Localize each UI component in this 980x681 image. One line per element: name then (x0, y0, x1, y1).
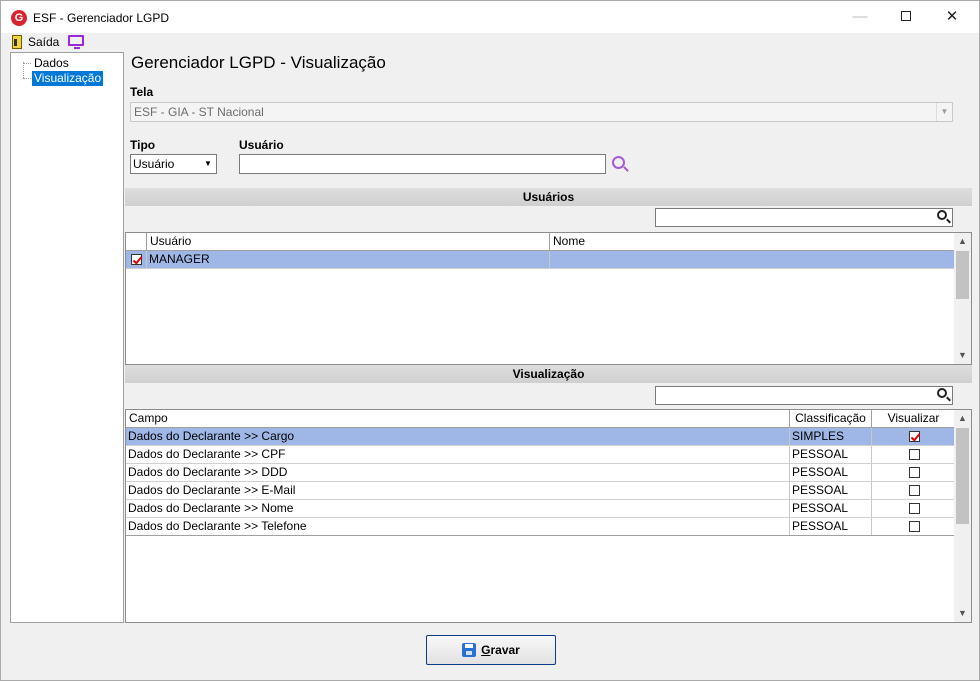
visualizar-checkbox[interactable] (909, 521, 920, 533)
tree-connector (23, 63, 31, 64)
scroll-down-icon[interactable]: ▼ (954, 605, 971, 622)
cell-campo: Dados do Declarante >> Nome (126, 500, 790, 517)
usuario-label: Usuário (239, 138, 284, 152)
table-row[interactable]: MANAGER (126, 251, 955, 269)
save-button[interactable]: Gravar (426, 635, 556, 665)
tree-connector (23, 78, 31, 79)
visualizacao-scrollbar[interactable]: ▲ ▼ (954, 410, 971, 622)
table-row[interactable]: Dados do Declarante >> Nome PESSOAL (126, 500, 955, 518)
usuario-input[interactable] (239, 154, 606, 174)
search-icon[interactable] (937, 210, 947, 220)
table-row[interactable]: Dados do Declarante >> DDD PESSOAL (126, 464, 955, 482)
floppy-disk-icon (462, 642, 477, 657)
usuarios-grid: Usuário Nome MANAGER ▲ ▼ (125, 232, 972, 365)
search-icon[interactable] (612, 156, 625, 169)
title-bar[interactable]: G ESF - Gerenciador LGPD — ✕ (1, 1, 979, 33)
save-button-label: ravar (490, 643, 520, 657)
column-header-classificacao[interactable]: Classificação (790, 410, 872, 427)
scroll-thumb[interactable] (956, 428, 969, 524)
cell-visualizar[interactable] (872, 518, 955, 535)
scroll-up-icon[interactable]: ▲ (954, 233, 971, 250)
cell-usuario: MANAGER (147, 251, 550, 268)
cell-classificacao: PESSOAL (790, 518, 872, 535)
scroll-down-icon[interactable]: ▼ (954, 347, 971, 364)
cell-classificacao: SIMPLES (790, 428, 872, 445)
tela-select-value: ESF - GIA - ST Nacional (134, 105, 264, 119)
cell-campo: Dados do Declarante >> E-Mail (126, 482, 790, 499)
tree-item-dados[interactable]: Dados (32, 56, 71, 71)
visualizar-checkbox[interactable] (909, 449, 920, 461)
cell-campo: Dados do Declarante >> Telefone (126, 518, 790, 535)
page-title: Gerenciador LGPD - Visualização (131, 53, 386, 72)
tipo-select-value: Usuário (133, 157, 175, 171)
window-title: ESF - Gerenciador LGPD (33, 11, 170, 25)
usuarios-grid-header: Usuário Nome (126, 233, 955, 251)
cell-campo: Dados do Declarante >> Cargo (126, 428, 790, 445)
exit-button[interactable]: Saída (28, 35, 59, 49)
cell-nome (550, 251, 955, 268)
tipo-select[interactable]: Usuário ▼ (130, 154, 217, 174)
chevron-down-icon: ▼ (936, 103, 952, 121)
column-header-campo[interactable]: Campo (126, 410, 790, 427)
navigation-tree: Dados Visualização (10, 52, 124, 623)
table-row[interactable]: Dados do Declarante >> CPF PESSOAL (126, 446, 955, 464)
visualizacao-grid-header: Campo Classificação Visualizar (126, 410, 955, 428)
visualizacao-filter-input[interactable] (655, 386, 953, 405)
cell-visualizar[interactable] (872, 464, 955, 481)
tela-label: Tela (130, 85, 154, 99)
cell-visualizar[interactable] (872, 446, 955, 463)
scroll-up-icon[interactable]: ▲ (954, 410, 971, 427)
column-header-select (126, 233, 147, 250)
cell-classificacao: PESSOAL (790, 464, 872, 481)
row-checkbox-cell[interactable] (126, 251, 147, 268)
exit-door-icon[interactable] (12, 35, 22, 49)
usuarios-scrollbar[interactable]: ▲ ▼ (954, 233, 971, 364)
visualizar-checkbox[interactable] (909, 503, 920, 515)
app-logo-icon: G (11, 10, 27, 26)
visualizar-checkbox[interactable] (909, 467, 920, 479)
column-header-usuario[interactable]: Usuário (147, 233, 550, 250)
cell-classificacao: PESSOAL (790, 482, 872, 499)
tree-connector (23, 62, 24, 78)
cell-classificacao: PESSOAL (790, 446, 872, 463)
row-checkbox[interactable] (130, 254, 142, 266)
cell-campo: Dados do Declarante >> DDD (126, 464, 790, 481)
visualizacao-grid: Campo Classificação Visualizar Dados do … (125, 409, 972, 623)
cell-campo: Dados do Declarante >> CPF (126, 446, 790, 463)
cell-visualizar[interactable] (872, 428, 955, 445)
usuarios-filter-input[interactable] (655, 208, 953, 227)
tela-select: ESF - GIA - ST Nacional ▼ (130, 102, 953, 122)
cell-visualizar[interactable] (872, 482, 955, 499)
monitor-icon[interactable] (68, 35, 84, 49)
visualizacao-section-header: Visualização (125, 365, 972, 383)
cell-classificacao: PESSOAL (790, 500, 872, 517)
minimize-button[interactable]: — (837, 1, 883, 33)
toolbar: Saída (1, 33, 979, 52)
app-window: G ESF - Gerenciador LGPD — ✕ Saída Dados… (0, 0, 980, 681)
visualizar-checkbox[interactable] (909, 431, 920, 443)
usuarios-section-header: Usuários (125, 188, 972, 206)
table-row[interactable]: Dados do Declarante >> E-Mail PESSOAL (126, 482, 955, 500)
search-icon[interactable] (937, 388, 947, 398)
column-header-visualizar[interactable]: Visualizar (872, 410, 955, 427)
scroll-thumb[interactable] (956, 251, 969, 299)
column-header-nome[interactable]: Nome (550, 233, 955, 250)
cell-visualizar[interactable] (872, 500, 955, 517)
chevron-down-icon[interactable]: ▼ (200, 155, 216, 173)
maximize-icon (901, 11, 911, 22)
tipo-label: Tipo (130, 138, 156, 152)
close-button[interactable]: ✕ (929, 1, 975, 33)
maximize-button[interactable] (883, 1, 929, 33)
visualizar-checkbox[interactable] (909, 485, 920, 497)
table-row[interactable]: Dados do Declarante >> Telefone PESSOAL (126, 518, 955, 536)
table-row[interactable]: Dados do Declarante >> Cargo SIMPLES (126, 428, 955, 446)
tree-item-visualizacao[interactable]: Visualização (32, 71, 104, 86)
